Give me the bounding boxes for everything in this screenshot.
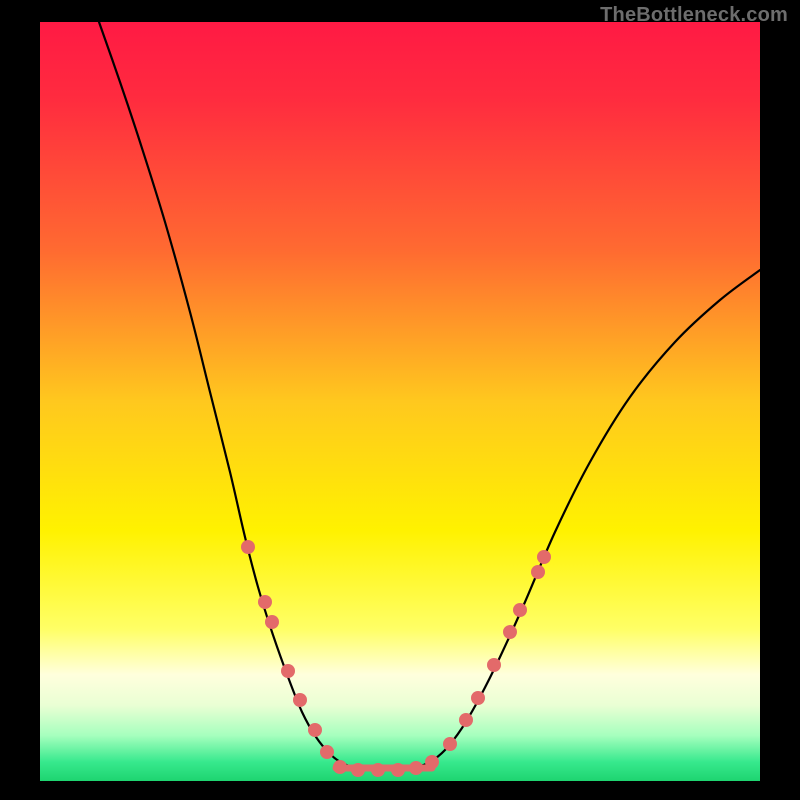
gradient-background <box>40 22 760 781</box>
data-marker <box>293 693 307 707</box>
chart-svg <box>40 22 760 781</box>
data-marker <box>531 565 545 579</box>
data-marker <box>537 550 551 564</box>
data-marker <box>425 755 439 769</box>
data-marker <box>308 723 322 737</box>
watermark-text: TheBottleneck.com <box>600 4 788 27</box>
data-marker <box>459 713 473 727</box>
data-marker <box>320 745 334 759</box>
chart-frame: TheBottleneck.com <box>0 0 800 800</box>
data-marker <box>281 664 295 678</box>
data-marker <box>503 625 517 639</box>
data-marker <box>371 763 385 777</box>
data-marker <box>265 615 279 629</box>
data-marker <box>513 603 527 617</box>
data-marker <box>471 691 485 705</box>
data-marker <box>351 763 365 777</box>
data-marker <box>487 658 501 672</box>
data-marker <box>258 595 272 609</box>
plot-area <box>40 22 760 781</box>
data-marker <box>409 761 423 775</box>
data-marker <box>333 760 347 774</box>
data-marker <box>443 737 457 751</box>
data-marker <box>391 763 405 777</box>
data-marker <box>241 540 255 554</box>
